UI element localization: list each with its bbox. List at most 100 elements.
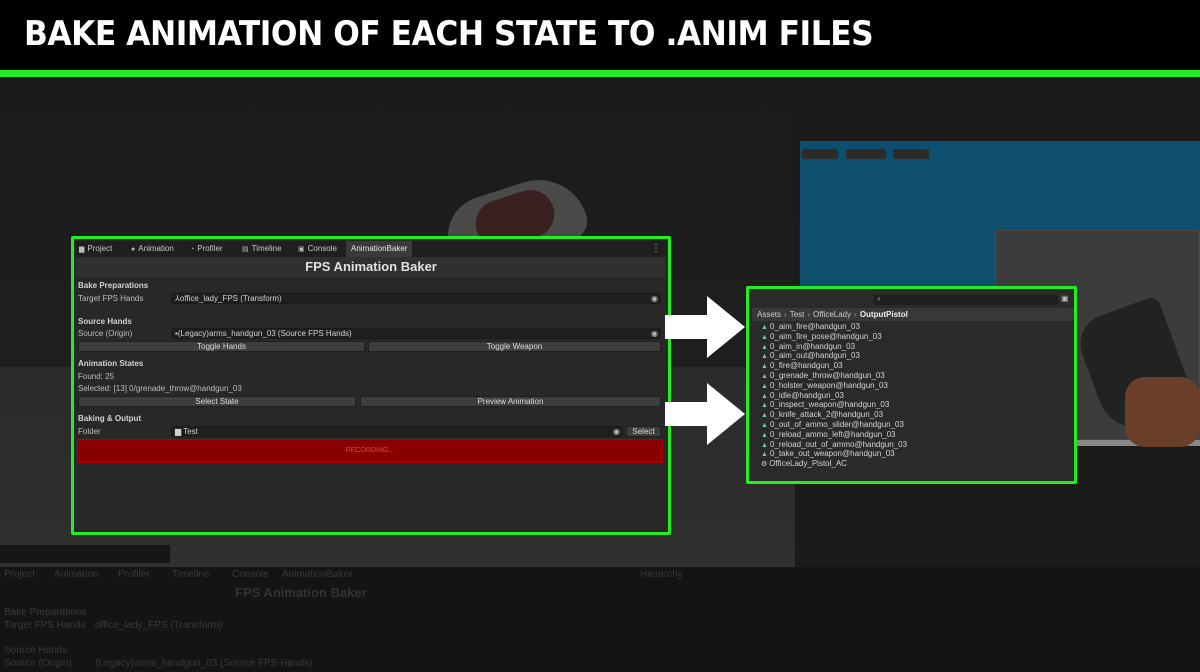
animation-clip-icon: ▲ [761, 343, 768, 351]
breadcrumb-officelady[interactable]: OfficeLady [813, 310, 851, 319]
recording-bar: RECORDING... [77, 439, 663, 463]
list-item[interactable]: ▲ 0_take_out_weapon@handgun_03 [761, 449, 895, 459]
list-item[interactable]: ▲ 0_holster_weapon@handgun_03 [761, 381, 888, 391]
list-item[interactable]: ▲ 0_idle@handgun_03 [761, 391, 844, 401]
file-name: OfficeLady_Pistol_AC [769, 459, 847, 469]
animation-baker-window: ▆ Project ● Animation ◔ Profiler ▤ Timeline … [71, 236, 671, 535]
toggle-hands-button[interactable]: Toggle Hands [78, 341, 365, 352]
file-name: 0_aim_fire_pose@handgun_03 [769, 331, 882, 341]
list-item[interactable]: ▲ 0_aim_out@handgun_03 [761, 351, 860, 361]
chevron-right-icon: › [784, 310, 787, 319]
selected-state: Selected: [13] 0/grenade_throw@handgun_0… [78, 384, 242, 393]
animation-clip-icon: ▲ [761, 392, 768, 400]
tab-timeline[interactable]: ▤ Timeline [242, 241, 282, 257]
file-name: 0_knife_attack_2@handgun_03 [769, 410, 884, 420]
tab-animation[interactable]: ● Animation [131, 241, 174, 257]
list-item[interactable]: ▲ 0_fire@handgun_03 [761, 361, 843, 371]
ghost-value: office_lady_FPS (Transform) [95, 620, 223, 631]
timeline-icon: ▤ [242, 246, 249, 253]
tab-label: Console [307, 244, 337, 253]
animation-clip-icon: ▲ [761, 363, 768, 371]
game-toolbar-item [846, 149, 886, 159]
source-origin-field[interactable]: ▪(Legacy)arms_handgun_03 (Source FPS Han… [171, 328, 661, 339]
animation-clip-icon: ▲ [761, 422, 768, 429]
folder-field[interactable]: ▆ Test ◉ [171, 426, 623, 437]
ghost-tab: Profiler [118, 569, 150, 580]
file-name: 0_aim_out@handgun_03 [769, 351, 860, 361]
section-bake-preparations: Bake Preparations [78, 281, 149, 290]
file-name: 0_reload_ammo_left@handgun_03 [769, 429, 896, 439]
list-item[interactable]: ▲ 0_out_of_ammo_slider@handgun_03 [761, 420, 904, 430]
tab-console[interactable]: ▣ Console [298, 241, 337, 257]
select-state-button[interactable]: Select State [78, 396, 356, 407]
search-icon: ⌕ [877, 296, 881, 303]
tab-project[interactable]: ▆ Project [79, 241, 112, 257]
animation-clip-icon: ▲ [761, 382, 768, 390]
list-item[interactable]: ▲ 0_aim_fire@handgun_03 [761, 322, 860, 332]
section-animation-states: Animation States [78, 359, 144, 368]
file-name: 0_aim_fire@handgun_03 [769, 322, 860, 331]
game-toolbar-item [802, 149, 838, 159]
folder-label: Folder [78, 427, 101, 436]
tab-label: Animation [138, 244, 174, 253]
title-banner: BAKE ANIMATION OF EACH STATE TO .ANIM FI… [0, 0, 1200, 70]
list-item[interactable]: ▲ 0_aim_in@handgun_03 [761, 342, 855, 352]
ghost-baker-title: FPS Animation Baker [235, 585, 367, 600]
project-window: ⌕ ▣ Assets › Test › OfficeLady › OutputPistol … [746, 286, 1077, 484]
chevron-right-icon: › [854, 310, 857, 319]
file-name: 0_idle@handgun_03 [769, 390, 844, 400]
filter-icon[interactable]: ▣ [1061, 294, 1069, 303]
found-count: Found: 25 [78, 372, 115, 381]
file-name: 0_aim_in@handgun_03 [769, 341, 856, 351]
arrow-right-icon [665, 383, 745, 445]
console-icon: ▣ [298, 246, 305, 253]
preview-animation-button[interactable]: Preview Animation [360, 396, 661, 407]
list-item[interactable]: ▲ 0_reload_ammo_left@handgun_03 [761, 430, 895, 440]
project-search-input[interactable]: ⌕ [874, 295, 1058, 305]
list-item[interactable]: ⚙ OfficeLady_Pistol_AC [761, 459, 847, 469]
toggle-weapon-button[interactable]: Toggle Weapon [368, 341, 661, 352]
animation-clip-icon: ▲ [761, 451, 768, 459]
gauge-icon: ◔ [190, 246, 195, 253]
animation-clip-icon: ▲ [761, 431, 768, 439]
source-origin-label: Source (Origin) [78, 329, 133, 338]
file-name: 0_take_out_weapon@handgun_03 [769, 449, 895, 459]
object-picker-icon[interactable]: ◉ [613, 427, 620, 437]
list-item[interactable]: ▲ 0_grenade_throw@handgun_03 [761, 371, 885, 381]
animator-controller-icon: ⚙ [761, 461, 768, 469]
breadcrumb-test[interactable]: Test [790, 310, 805, 319]
ghost-section: Source Hands [4, 645, 68, 656]
file-name: 0_out_of_ammo_slider@handgun_03 [769, 420, 904, 429]
animation-clip-icon: ▲ [761, 373, 768, 380]
target-hands-value: office_lady_FPS (Transform) [179, 294, 282, 303]
object-picker-icon[interactable]: ◉ [651, 294, 658, 304]
animation-clip-icon: ▲ [761, 324, 768, 331]
tab-label: Profiler [197, 244, 223, 253]
file-name: 0_inspect_weapon@handgun_03 [769, 400, 890, 410]
list-item[interactable]: ▲ 0_aim_fire_pose@handgun_03 [761, 332, 882, 342]
tab-bar: ▆ Project ● Animation ◔ Profiler ▤ Timeline … [76, 241, 666, 257]
breadcrumb-outputpistol[interactable]: OutputPistol [860, 310, 908, 319]
list-item[interactable]: ▲ 0_knife_attack_2@handgun_03 [761, 410, 883, 420]
ghost-tab: AnimationBaker [282, 569, 353, 580]
ghost-tab: Console [232, 569, 269, 580]
tab-animationbaker[interactable]: AnimationBaker [346, 241, 413, 257]
object-picker-icon[interactable]: ◉ [651, 329, 658, 339]
source-origin-value: (Legacy)arms_handgun_03 (Source FPS Hand… [177, 329, 352, 338]
ghost-tab: Animation [54, 569, 99, 580]
tab-label: AnimationBaker [351, 244, 408, 253]
ghost-value: (Legacy)arms_handgun_03 (Source FPS Hand… [95, 658, 313, 669]
tab-label: Timeline [251, 244, 282, 253]
select-folder-button[interactable]: Select [626, 426, 661, 437]
tab-profiler[interactable]: ◔ Profiler [190, 241, 223, 257]
kebab-menu-icon[interactable]: ⋮ [651, 241, 661, 257]
breadcrumb-assets[interactable]: Assets [757, 310, 781, 319]
chevron-right-icon: › [807, 310, 811, 319]
baker-title: FPS Animation Baker [76, 257, 666, 277]
game-toolbar-item [893, 149, 929, 159]
ghost-hierarchy-tab: Hierarchy [640, 569, 683, 580]
list-item[interactable]: ▲ 0_reload_out_of_ammo@handgun_03 [761, 440, 907, 450]
target-hands-field[interactable]: ⅄office_lady_FPS (Transform) ◉ [171, 293, 661, 304]
animation-clip-icon: ▲ [761, 441, 768, 449]
list-item[interactable]: ▲ 0_inspect_weapon@handgun_03 [761, 400, 889, 410]
